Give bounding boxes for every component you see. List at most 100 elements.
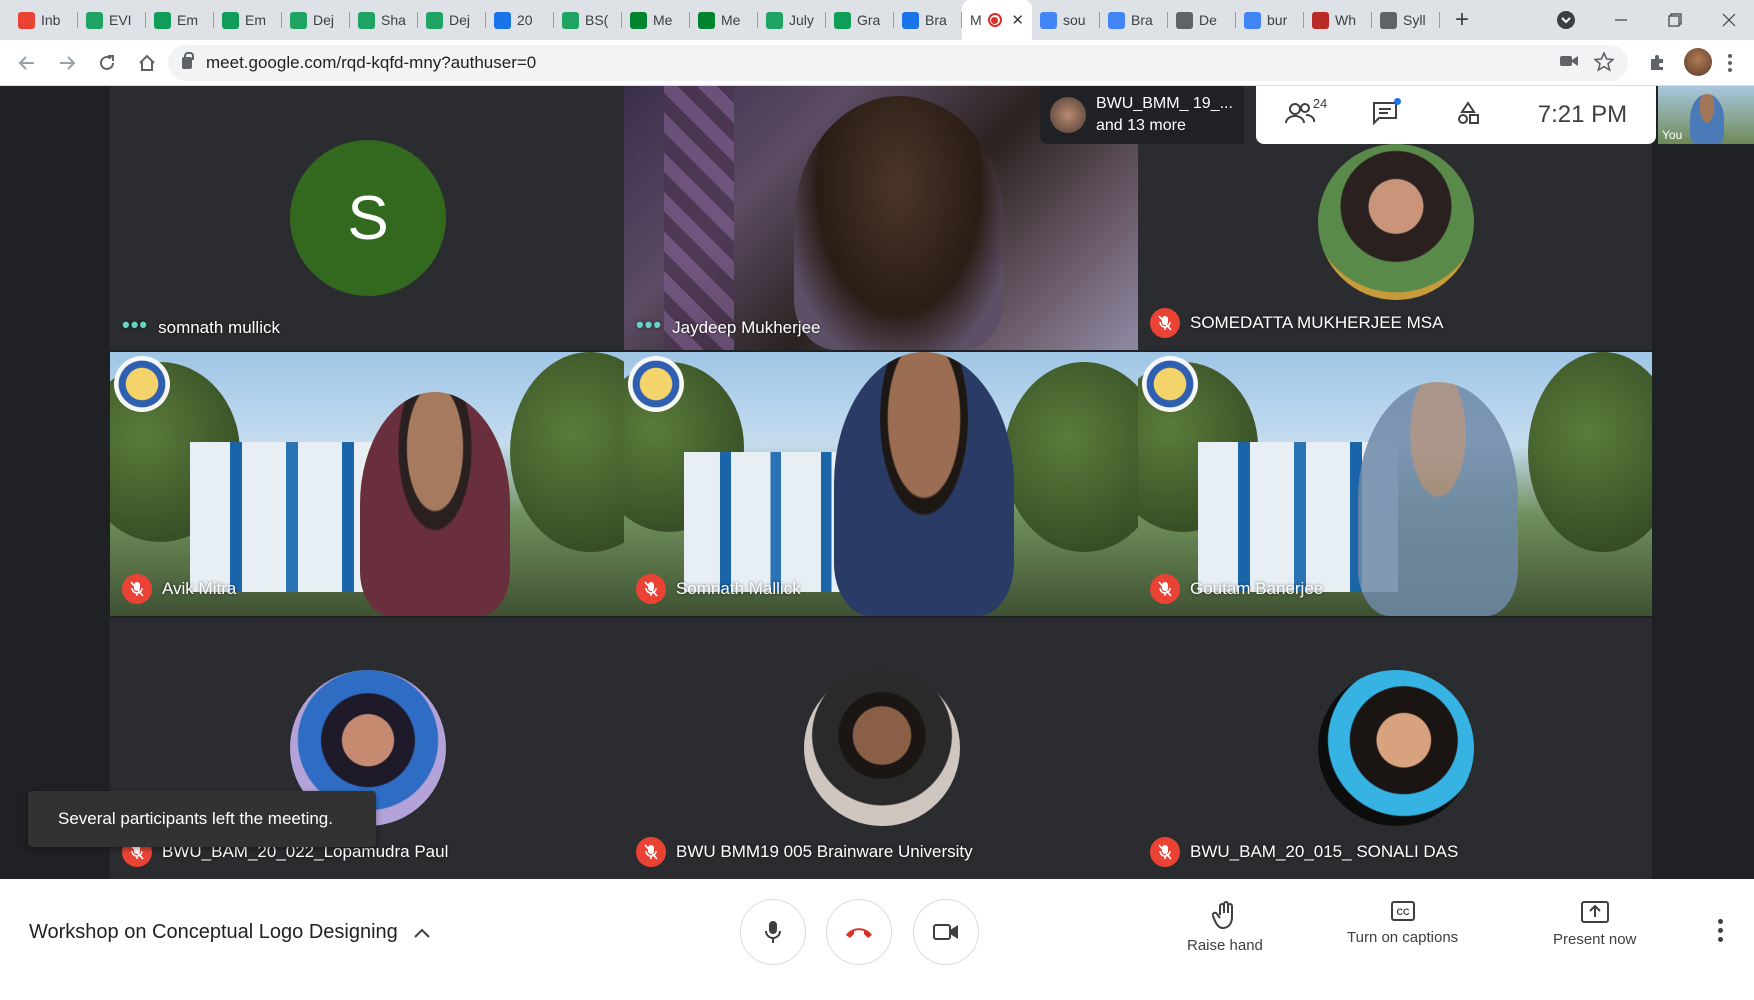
lock-icon[interactable] bbox=[182, 52, 194, 69]
meeting-clock: 7:21 PM bbox=[1537, 101, 1628, 128]
participant-count: 24 bbox=[1312, 95, 1328, 111]
browser-tab[interactable]: Me bbox=[622, 0, 690, 40]
presenter-chip-line2: and 13 more bbox=[1096, 117, 1186, 134]
browser-tab[interactable]: bur bbox=[1236, 0, 1304, 40]
browser-tab[interactable]: Sha bbox=[350, 0, 418, 40]
mic-off-icon bbox=[1150, 308, 1180, 338]
raise-hand-button[interactable]: Raise hand bbox=[1187, 901, 1263, 954]
quora-icon bbox=[1312, 11, 1329, 29]
notification-toast: Several participants left the meeting. bbox=[28, 791, 376, 847]
participant-name: SOMEDATTA MUKHERJEE MSA bbox=[1190, 313, 1444, 332]
bookmark-star-icon[interactable] bbox=[1592, 50, 1616, 77]
present-now-label: Present now bbox=[1553, 931, 1637, 948]
chat-notification-dot bbox=[1394, 97, 1402, 105]
browser-tab[interactable]: Em bbox=[146, 0, 214, 40]
presenter-chip-line1: BWU_BMM_ 19_... bbox=[1096, 95, 1233, 112]
participant-name: BWU BMM19 005 Brainware University bbox=[676, 842, 973, 861]
participant-tile[interactable]: Somnath Mallick bbox=[624, 352, 1138, 616]
participant-video bbox=[1358, 382, 1518, 616]
leave-call-button[interactable] bbox=[826, 899, 892, 965]
tab-title: sou bbox=[1063, 12, 1086, 28]
participant-video bbox=[360, 392, 510, 616]
browser-tab[interactable]: 20 bbox=[486, 0, 554, 40]
tab-title: EVI bbox=[109, 12, 132, 28]
back-arrow-icon[interactable] bbox=[8, 44, 46, 82]
microphone-button[interactable] bbox=[740, 899, 806, 965]
present-now-button[interactable]: Present now bbox=[1553, 901, 1636, 948]
forward-arrow-icon[interactable] bbox=[48, 44, 86, 82]
participant-tile[interactable]: Avik Mitra bbox=[110, 352, 624, 616]
more-options-icon[interactable] bbox=[1718, 919, 1723, 942]
browser-tab[interactable]: Em bbox=[214, 0, 282, 40]
university-seal bbox=[114, 356, 170, 412]
browser-tab[interactable]: Gra bbox=[826, 0, 894, 40]
participant-tile[interactable]: S ••• somnath mullick bbox=[110, 86, 624, 350]
closed-captions-icon: CC bbox=[1390, 901, 1415, 921]
tab-title: De bbox=[1199, 12, 1217, 28]
camera-button[interactable] bbox=[913, 899, 979, 965]
browser-tab[interactable]: Inb bbox=[10, 0, 78, 40]
browser-tab[interactable]: M ✕ bbox=[962, 0, 1032, 40]
browser-tab[interactable]: Wh bbox=[1304, 0, 1372, 40]
address-bar[interactable]: meet.google.com/rqd-kqfd-mny?authuser=0 bbox=[168, 45, 1628, 81]
reload-icon[interactable] bbox=[88, 44, 126, 82]
background-tree bbox=[1528, 352, 1652, 552]
browser-tab[interactable]: Bra bbox=[894, 0, 962, 40]
browser-tab[interactable]: Bra bbox=[1100, 0, 1168, 40]
browser-tab[interactable]: July bbox=[758, 0, 826, 40]
participant-label: SOMEDATTA MUKHERJEE MSA bbox=[1150, 308, 1443, 338]
self-video bbox=[1690, 94, 1724, 144]
profile-avatar[interactable] bbox=[1684, 48, 1712, 76]
university-seal bbox=[1142, 356, 1198, 412]
participant-tile[interactable]: BWU BMM19 005 Brainware University bbox=[624, 618, 1138, 879]
tab-title: Dej bbox=[313, 12, 335, 28]
mic-off-icon bbox=[1150, 574, 1180, 604]
chrome-menu-icon[interactable] bbox=[1728, 54, 1732, 72]
participant-label: ••• somnath mullick bbox=[122, 314, 280, 338]
meeting-details-button[interactable]: Workshop on Conceptual Logo Designing bbox=[29, 921, 430, 944]
curtain-pattern bbox=[664, 86, 734, 350]
raise-hand-label: Raise hand bbox=[1187, 937, 1263, 954]
mic-off-icon bbox=[122, 574, 152, 604]
tab-title: Em bbox=[177, 12, 198, 28]
extensions-puzzle-icon[interactable] bbox=[1638, 44, 1676, 82]
close-tab-icon[interactable]: ✕ bbox=[1011, 11, 1024, 29]
letter-avatar: S bbox=[290, 140, 446, 296]
browser-tab[interactable]: De bbox=[1168, 0, 1236, 40]
chat-icon[interactable] bbox=[1372, 97, 1402, 130]
browser-tab[interactable]: Dej bbox=[418, 0, 486, 40]
tab-search-icon[interactable] bbox=[1556, 0, 1576, 40]
globe-icon bbox=[1380, 11, 1397, 29]
captions-button[interactable]: CC Turn on captions bbox=[1347, 901, 1458, 946]
participant-tile[interactable]: BWU_BAM_20_015_ SONALI DAS bbox=[1138, 618, 1652, 879]
home-icon[interactable] bbox=[128, 44, 166, 82]
browser-tab[interactable]: BS( bbox=[554, 0, 622, 40]
browser-tab[interactable]: sou bbox=[1032, 0, 1100, 40]
tab-title: Sha bbox=[381, 12, 406, 28]
people-button[interactable]: 24 bbox=[1284, 96, 1327, 129]
restore-window-button[interactable] bbox=[1668, 0, 1682, 40]
minimize-window-button[interactable] bbox=[1614, 0, 1628, 40]
mic-off-icon bbox=[1150, 837, 1180, 867]
self-view-thumbnail[interactable]: You bbox=[1658, 86, 1754, 144]
browser-tab[interactable]: Syll bbox=[1372, 0, 1440, 40]
browser-tab[interactable]: Me bbox=[690, 0, 758, 40]
tab-title: M bbox=[970, 12, 982, 28]
close-window-button[interactable] bbox=[1722, 0, 1736, 40]
video-camera-icon bbox=[933, 924, 958, 940]
google-icon bbox=[1244, 11, 1261, 29]
meet-stage: S ••• somnath mullick ••• Jaydeep Mukher… bbox=[0, 86, 1754, 879]
tab-title: Bra bbox=[1131, 12, 1153, 28]
camera-icon[interactable] bbox=[1560, 52, 1578, 73]
activities-shapes-icon[interactable] bbox=[1456, 100, 1480, 130]
captions-label: Turn on captions bbox=[1347, 929, 1459, 946]
participant-label: Avik Mitra bbox=[122, 574, 236, 604]
browser-tab[interactable]: EVI bbox=[78, 0, 146, 40]
calendar-icon bbox=[902, 11, 919, 29]
meet-icon bbox=[698, 11, 715, 29]
browser-tab[interactable]: Dej bbox=[282, 0, 350, 40]
tab-title: Inb bbox=[41, 12, 61, 28]
new-tab-button[interactable]: + bbox=[1440, 6, 1484, 34]
presenter-chip[interactable]: BWU_BMM_ 19_... and 13 more bbox=[1040, 86, 1244, 144]
participant-tile[interactable]: Goutam Banerjee bbox=[1138, 352, 1652, 616]
